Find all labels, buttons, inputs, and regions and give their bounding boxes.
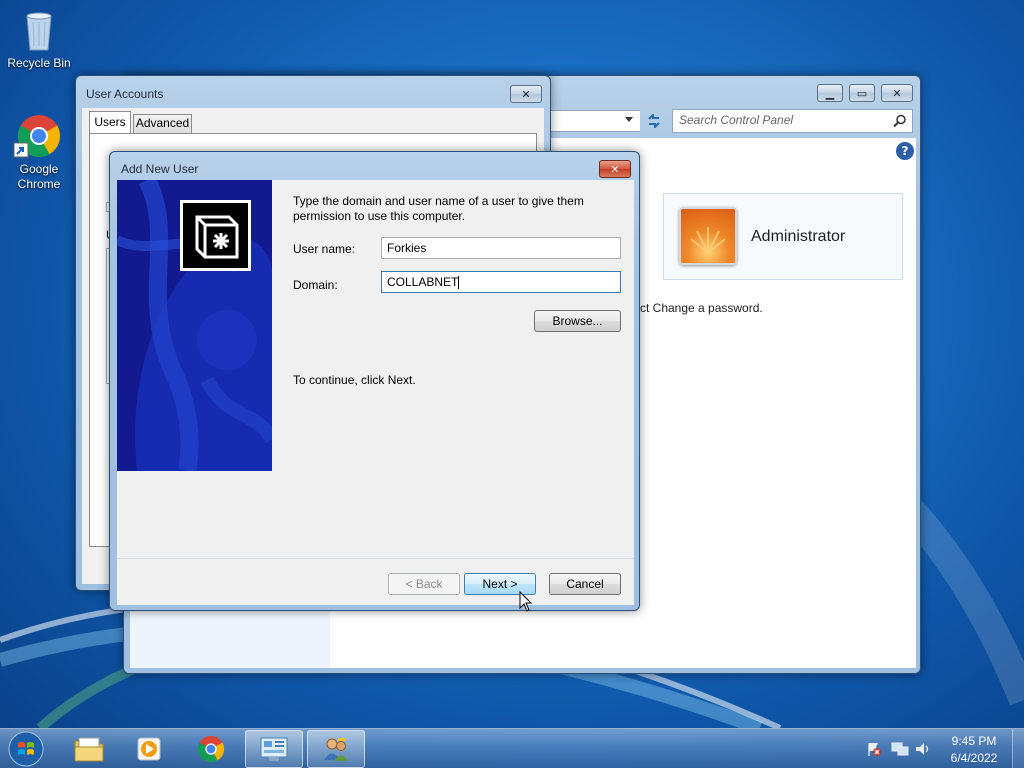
cancel-button[interactable]: Cancel <box>549 573 621 595</box>
show-desktop-button[interactable] <box>1012 729 1024 768</box>
desktop-icon-label: Google Chrome <box>17 162 61 191</box>
search-icon[interactable] <box>893 114 907 128</box>
clock-time[interactable]: 9:45 PM <box>944 734 1004 748</box>
search-placeholder: Search Control Panel <box>679 113 794 127</box>
dialog-client: Type the domain and user name of a user … <box>117 180 634 605</box>
domain-field[interactable]: COLLABNET <box>381 271 621 293</box>
user-tile[interactable]: Administrator <box>663 193 903 280</box>
recycle-bin-icon <box>15 6 63 54</box>
close-button[interactable]: ✕ <box>599 160 631 178</box>
taskbar-chrome[interactable] <box>182 730 240 768</box>
shortcut-arrow-icon <box>13 142 29 158</box>
change-password-link[interactable]: ct Change a password. <box>640 301 763 315</box>
domain-label: Domain: <box>293 278 338 292</box>
text-cursor <box>458 276 460 290</box>
taskbar: 9:45 PM 6/4/2022 <box>0 728 1024 768</box>
clock-date[interactable]: 6/4/2022 <box>944 751 1004 765</box>
close-button[interactable]: ✕ <box>510 85 542 103</box>
user-tile-name: Administrator <box>751 228 846 245</box>
instructions-text: Type the domain and user name of a user … <box>293 194 584 223</box>
taskbar-explorer[interactable] <box>60 730 118 768</box>
tab-advanced[interactable]: Advanced <box>133 114 192 133</box>
close-button[interactable]: ✕ <box>881 84 913 102</box>
taskbar-control-panel[interactable] <box>245 730 303 768</box>
action-center-icon[interactable] <box>866 741 882 757</box>
browse-button[interactable]: Browse... <box>534 310 621 332</box>
user-name-field[interactable]: Forkies <box>381 237 621 259</box>
minimize-button[interactable]: ▁ <box>817 84 843 102</box>
help-icon: ? <box>901 144 909 158</box>
dialog-title: Add New User <box>121 162 199 176</box>
chrome-icon <box>197 735 225 763</box>
folder-icon <box>74 737 104 762</box>
chrome-icon <box>13 112 63 160</box>
window-title: User Accounts <box>86 87 164 101</box>
control-panel-icon <box>260 737 288 761</box>
domain-value: COLLABNET <box>387 275 459 289</box>
button-separator <box>117 558 634 559</box>
wizard-banner <box>117 180 272 471</box>
volume-icon[interactable] <box>914 741 932 757</box>
desktop-icon-google-chrome[interactable]: Google Chrome <box>1 112 77 192</box>
wizard-user-icon <box>180 200 251 271</box>
maximize-button[interactable]: ▭ <box>849 84 875 102</box>
user-card-icon <box>195 215 239 259</box>
mouse-cursor <box>519 591 533 612</box>
user-name-label: User name: <box>293 242 356 256</box>
tab-label: Advanced <box>135 116 190 130</box>
windows-start-icon <box>8 731 44 767</box>
continue-text: To continue, click Next. <box>293 373 416 387</box>
add-new-user-dialog: Add New User ✕ Type the domain and user … <box>109 151 640 611</box>
start-button[interactable] <box>6 731 46 767</box>
desktop-icon-label: Recycle Bin <box>7 56 71 70</box>
tab-label: Users <box>94 115 126 129</box>
users-icon <box>324 738 348 761</box>
user-picture <box>679 207 737 265</box>
flower-icon <box>690 227 726 254</box>
refresh-button[interactable] <box>642 110 666 132</box>
refresh-icon <box>648 114 660 128</box>
network-icon[interactable] <box>891 741 909 757</box>
help-button[interactable]: ? <box>896 142 914 160</box>
taskbar-user-accounts[interactable] <box>307 730 365 768</box>
desktop-icon-recycle-bin[interactable]: Recycle Bin <box>1 6 77 71</box>
search-input[interactable]: Search Control Panel <box>672 109 913 133</box>
dropdown-arrow-icon[interactable] <box>624 116 634 124</box>
media-player-icon <box>137 737 161 761</box>
tab-users[interactable]: Users <box>89 111 131 133</box>
taskbar-media-player[interactable] <box>120 730 178 768</box>
back-button[interactable]: < Back <box>388 573 460 595</box>
